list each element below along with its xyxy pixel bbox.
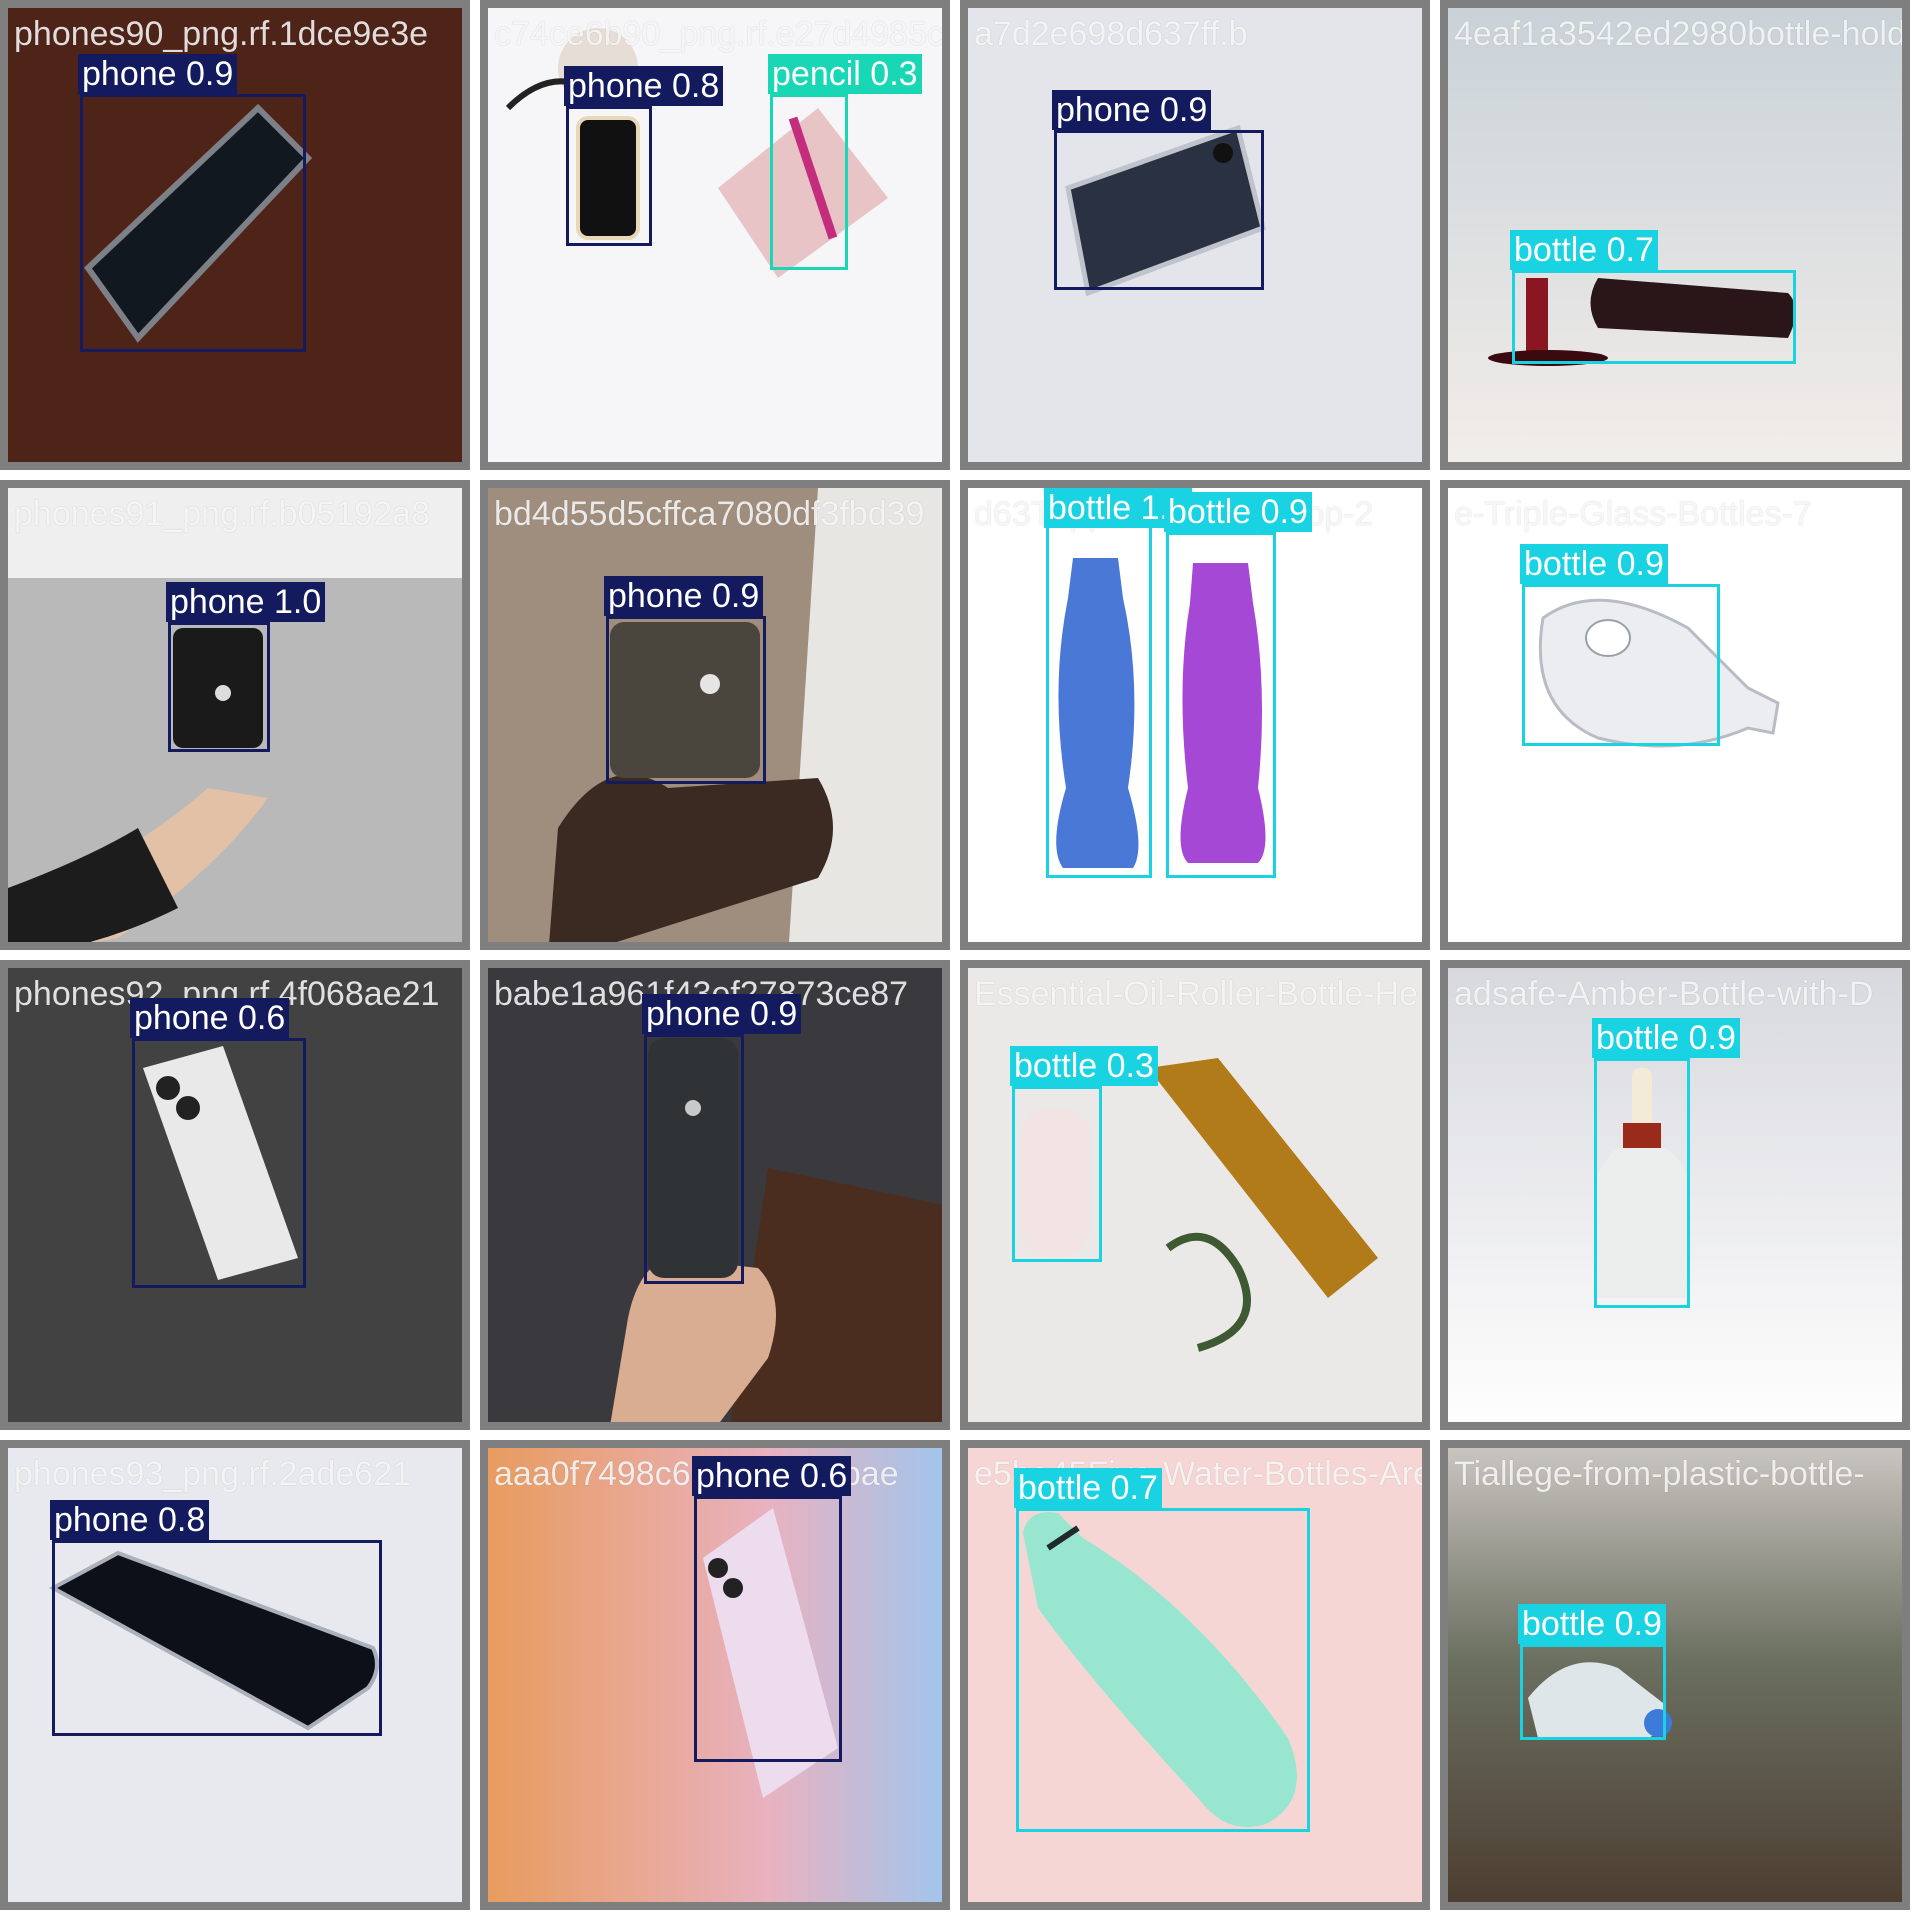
bbox-phone: [1054, 130, 1264, 290]
detection-mosaic: phones90_png.rf.1dce9e3e phone 0.9 c74ce…: [0, 0, 1920, 1920]
bbox-label: bottle 0.9: [1518, 1604, 1666, 1644]
bbox-bottle: [1046, 506, 1152, 878]
bbox-bottle: [1512, 270, 1796, 364]
bbox-label: phone 0.9: [1052, 90, 1212, 130]
image-tile: phones93_png.rf.2ade621 phone 0.8: [0, 1440, 470, 1910]
bbox-phone: [644, 1034, 744, 1284]
bbox-label: phone 0.9: [604, 576, 764, 616]
tile-filename: Tiallege-from-plastic-bottle-: [1454, 1455, 1865, 1493]
bbox-label: phone 0.6: [692, 1456, 852, 1496]
image-tile: bd4d55d5cffca7080df3fbd39 phone 0.9: [480, 480, 950, 950]
tile-filename: bd4d55d5cffca7080df3fbd39: [494, 495, 925, 533]
image-tile: Essential-Oil-Roller-Bottle-He bottle 0.…: [960, 960, 1430, 1430]
bbox-label: bottle 0.9: [1592, 1018, 1740, 1058]
bbox-label: bottle 0.3: [1010, 1046, 1158, 1086]
bbox-label: phone 0.8: [564, 66, 724, 106]
image-tile: 4eaf1a3542ed2980bottle-hold bottle 0.7: [1440, 0, 1910, 470]
bbox-bottle: [1520, 1644, 1666, 1740]
bbox-phone: [52, 1540, 382, 1736]
image-tile: a7d2e698d637ff.b phone 0.9: [960, 0, 1430, 470]
image-tile: Tiallege-from-plastic-bottle- bottle 0.9: [1440, 1440, 1910, 1910]
tile-filename: e-Triple-Glass-Bottles-7: [1454, 495, 1812, 533]
bbox-bottle: [1522, 584, 1720, 746]
bbox-bottle: [1012, 1086, 1102, 1262]
bbox-phone: [168, 622, 270, 752]
bbox-bottle: [1166, 532, 1276, 878]
bbox-phone: [694, 1496, 842, 1762]
bbox-bottle: [1594, 1058, 1690, 1308]
tile-filename: phones93_png.rf.2ade621: [14, 1455, 412, 1493]
tile-filename: 4eaf1a3542ed2980bottle-hold: [1454, 15, 1906, 53]
bbox-phone: [566, 106, 652, 246]
image-tile: c74ce6b90_png.rf.e27d4985c2 phone 0.8 pe…: [480, 0, 950, 470]
image-tile: e-Triple-Glass-Bottles-7 bottle 0.9: [1440, 480, 1910, 950]
bbox-phone: [80, 94, 306, 352]
bbox-label: phone 0.6: [130, 998, 290, 1038]
image-tile: phones92_png.rf.4f068ae21 phone 0.6: [0, 960, 470, 1430]
tile-filename: Essential-Oil-Roller-Bottle-He: [974, 975, 1419, 1013]
bbox-bottle: [1016, 1508, 1310, 1832]
bbox-label: phone 1.0: [166, 582, 326, 622]
bbox-label: phone 0.9: [642, 994, 802, 1034]
bbox-pencil: [770, 94, 848, 270]
image-tile: phones91_png.rf.b05192a8 phone 1.0: [0, 480, 470, 950]
tile-filename: a7d2e698d637ff.b: [974, 15, 1248, 53]
tile-filename: phones90_png.rf.1dce9e3e: [14, 15, 429, 53]
image-tile: d63Tupperware-Flip-Top-2 bottle 1.0 bott…: [960, 480, 1430, 950]
bbox-label: bottle 0.7: [1014, 1468, 1162, 1508]
image-tile: phones90_png.rf.1dce9e3e phone 0.9: [0, 0, 470, 470]
tile-filename: c74ce6b90_png.rf.e27d4985c2: [494, 15, 950, 53]
image-tile: aaa0f7498c6a5e7da27bae phone 0.6: [480, 1440, 950, 1910]
bbox-label: pencil 0.3: [768, 54, 922, 94]
tile-filename: phones91_png.rf.b05192a8: [14, 495, 430, 533]
tile-filename: adsafe-Amber-Bottle-with-D: [1454, 975, 1874, 1013]
image-tile: adsafe-Amber-Bottle-with-D bottle 0.9: [1440, 960, 1910, 1430]
image-tile: babe1a961f43ef27873ce87 phone 0.9: [480, 960, 950, 1430]
bbox-label: phone 0.8: [50, 1500, 210, 1540]
bbox-label: bottle 0.9: [1520, 544, 1668, 584]
bbox-phone: [132, 1038, 306, 1288]
bbox-label: bottle 0.9: [1164, 492, 1312, 532]
bbox-phone: [606, 616, 766, 784]
bbox-label: phone 0.9: [78, 54, 238, 94]
image-tile: e5be45Five-Water-Bottles-Are bottle 0.7: [960, 1440, 1430, 1910]
bbox-label: bottle 0.7: [1510, 230, 1658, 270]
scene-field: [1448, 1448, 1902, 1902]
